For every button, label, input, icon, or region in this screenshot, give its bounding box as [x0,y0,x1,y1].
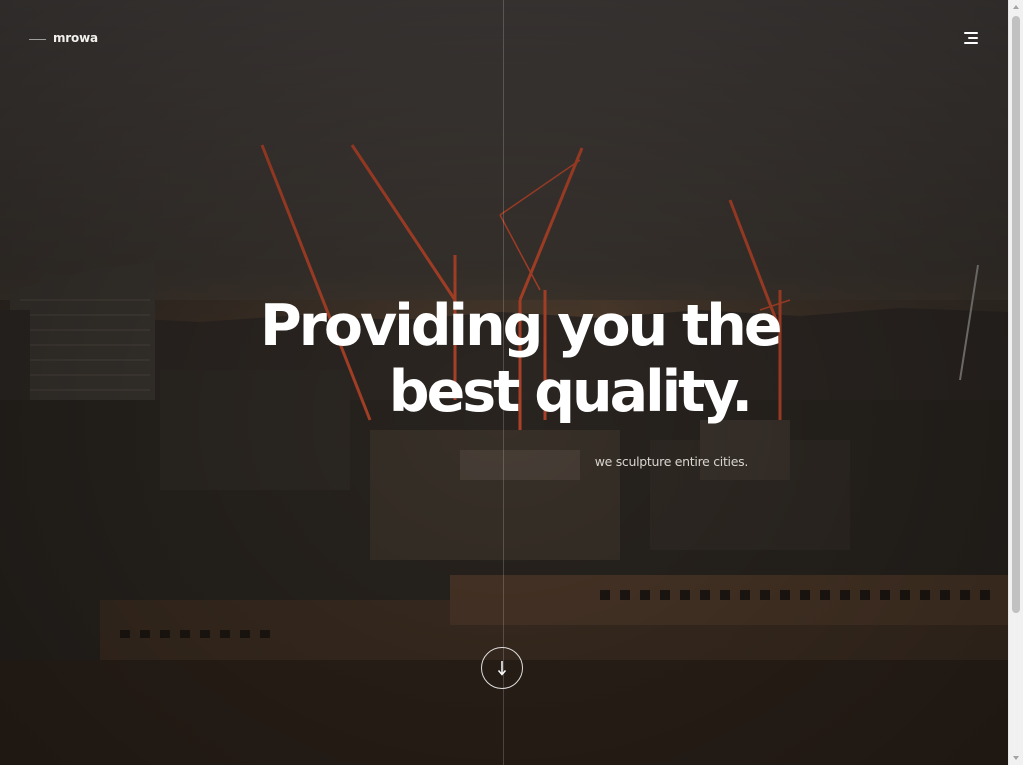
hero-headline-line2: best quality. [388,359,753,425]
page: mrowa Providing you the best quality. we… [0,0,1023,765]
logo-dash [29,39,46,40]
scroll-up-arrow-icon[interactable] [1013,5,1019,9]
scroll-down-arrow-icon[interactable] [1013,756,1019,760]
hero-headline: Providing you the best quality. [260,293,783,425]
scrollbar-thumb[interactable] [1012,16,1020,613]
logo-text: mrowa [53,31,98,45]
scroll-down-button[interactable] [481,647,523,689]
arrow-down-icon [497,661,507,676]
menu-lines-icon[interactable] [960,29,980,47]
hero-headline-line1: Providing you the [260,293,783,359]
site-logo[interactable]: mrowa [29,31,98,45]
page-scrollbar[interactable] [1008,0,1023,765]
hero-subtitle: we sculpture entire cities. [594,454,749,469]
